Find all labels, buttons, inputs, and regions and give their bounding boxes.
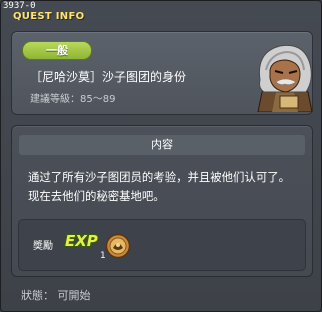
item-reward-count: 1 [100,251,106,261]
quest-info-window: 3937-0 QUEST INFO 一般 ［尼哈沙莫］沙子图团的身份 建議等級：… [0,0,322,312]
recommended-level: 建議等級：85～89 [30,94,116,105]
quest-status: 狀態： 可開始 [21,289,91,302]
reward-label: 奬勵 [33,241,53,252]
item-reward-icon[interactable] [105,233,131,259]
quest-name: ［尼哈沙莫］沙子图团的身份 [30,70,187,84]
exp-reward-icon: EXP [65,232,98,250]
quest-summary-card: 一般 ［尼哈沙莫］沙子图团的身份 建議等級：85～89 [11,31,313,115]
npc-portrait-icon [257,44,313,112]
quest-content-panel: 内容 通过了所有沙子图团员的考验，并且被他们认可了。现在去他们的秘密基地吧。 奬… [11,125,313,277]
quest-category-badge: 一般 [22,41,92,60]
quest-description: 通过了所有沙子图团员的考验，并且被他们认可了。现在去他们的秘密基地吧。 [28,170,290,203]
window-title: QUEST INFO [13,11,85,22]
quest-id: 3937-0 [3,1,36,11]
reward-panel: 奬勵 EXP 1 [18,219,306,271]
content-header: 内容 [19,135,305,155]
